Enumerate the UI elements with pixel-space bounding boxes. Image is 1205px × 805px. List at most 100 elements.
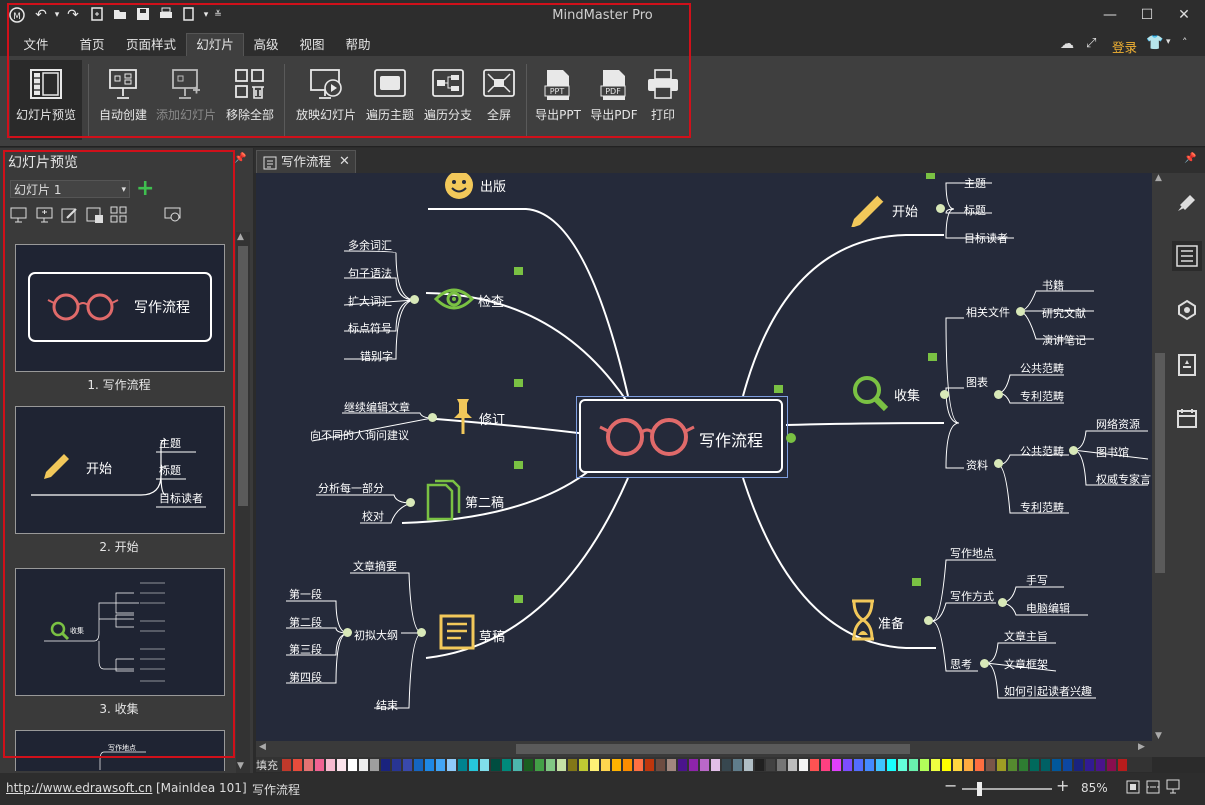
color-swatch[interactable] bbox=[381, 759, 390, 771]
scroll-left-icon[interactable]: ◀ bbox=[259, 742, 266, 752]
central-topic[interactable]: 写作流程 bbox=[579, 399, 783, 473]
color-swatch[interactable] bbox=[568, 759, 577, 771]
color-swatch[interactable] bbox=[810, 759, 819, 771]
canvas-vertical-scrollbar[interactable]: ▲ ▼ bbox=[1152, 173, 1168, 757]
color-swatch[interactable] bbox=[425, 759, 434, 771]
color-swatch[interactable] bbox=[986, 759, 995, 771]
color-swatch[interactable] bbox=[700, 759, 709, 771]
color-swatch[interactable] bbox=[722, 759, 731, 771]
note-marker-icon[interactable] bbox=[514, 595, 523, 603]
color-swatch[interactable] bbox=[535, 759, 544, 771]
color-swatch[interactable] bbox=[1052, 759, 1061, 771]
collapse-toggle-icon[interactable] bbox=[924, 616, 933, 625]
color-swatch[interactable] bbox=[733, 759, 742, 771]
color-swatch[interactable] bbox=[469, 759, 478, 771]
color-swatch[interactable] bbox=[1096, 759, 1105, 771]
color-swatch[interactable] bbox=[656, 759, 665, 771]
color-swatch[interactable] bbox=[414, 759, 423, 771]
color-swatch[interactable] bbox=[1008, 759, 1017, 771]
collapse-toggle-icon[interactable] bbox=[936, 204, 945, 213]
note-marker-icon[interactable] bbox=[928, 353, 937, 361]
prepare-item-3[interactable]: 思考 bbox=[950, 656, 972, 672]
draft-item-2[interactable]: 初拟大纲 bbox=[354, 627, 398, 643]
collapse-toggle-icon[interactable] bbox=[980, 659, 989, 668]
color-swatch[interactable] bbox=[854, 759, 863, 771]
minimize-button[interactable]: — bbox=[1095, 4, 1125, 26]
method-item-2[interactable]: 电脑编辑 bbox=[1026, 600, 1070, 616]
prepare-item-2[interactable]: 写作方式 bbox=[950, 588, 994, 604]
collapse-toggle-icon[interactable] bbox=[343, 628, 352, 637]
material-item-1[interactable]: 公共范畴 bbox=[1020, 443, 1064, 459]
color-swatch[interactable] bbox=[821, 759, 830, 771]
scroll-up-icon[interactable]: ▲ bbox=[1155, 173, 1162, 183]
central-topic-selection[interactable]: 写作流程 bbox=[576, 396, 788, 478]
color-swatch[interactable] bbox=[645, 759, 654, 771]
revise-item-2[interactable]: 向不同的人询问建议 bbox=[310, 427, 409, 443]
color-swatch[interactable] bbox=[634, 759, 643, 771]
color-swatch[interactable] bbox=[766, 759, 775, 771]
color-swatch[interactable] bbox=[403, 759, 412, 771]
branch-publish-label[interactable]: 出版 bbox=[480, 176, 506, 195]
note-marker-icon[interactable] bbox=[926, 173, 935, 179]
color-swatch[interactable] bbox=[590, 759, 599, 771]
collapse-toggle-icon[interactable] bbox=[998, 598, 1007, 607]
theme-dropdown-icon[interactable]: ▾ bbox=[1166, 37, 1171, 47]
color-swatch[interactable] bbox=[579, 759, 588, 771]
color-swatch[interactable] bbox=[282, 759, 291, 771]
color-swatch[interactable] bbox=[876, 759, 885, 771]
branch-check-label[interactable]: 检查 bbox=[478, 291, 504, 310]
check-item-4[interactable]: 标点符号 bbox=[348, 320, 392, 336]
draft2-item-1[interactable]: 分析每一部分 bbox=[318, 480, 384, 496]
color-swatch[interactable] bbox=[832, 759, 841, 771]
fit-page-icon[interactable] bbox=[1126, 780, 1140, 797]
material-sub-item-2[interactable]: 图书馆 bbox=[1096, 444, 1129, 460]
docs-item-3[interactable]: 演讲笔记 bbox=[1042, 332, 1086, 348]
branch-revise-label[interactable]: 修订 bbox=[479, 409, 505, 428]
color-swatch[interactable] bbox=[997, 759, 1006, 771]
color-swatch[interactable] bbox=[1030, 759, 1039, 771]
charts-item-2[interactable]: 专利范畴 bbox=[1020, 388, 1064, 404]
method-item-1[interactable]: 手写 bbox=[1026, 572, 1048, 588]
check-item-5[interactable]: 错别字 bbox=[360, 348, 393, 364]
color-swatch[interactable] bbox=[513, 759, 522, 771]
canvas-horizontal-scrollbar[interactable]: ◀ ▶ bbox=[256, 741, 1152, 757]
color-swatch[interactable] bbox=[887, 759, 896, 771]
outline-item-1[interactable]: 第一段 bbox=[289, 586, 322, 602]
collapse-toggle-icon[interactable] bbox=[940, 390, 949, 399]
zoom-out-icon[interactable]: − bbox=[944, 776, 957, 795]
think-item-1[interactable]: 文章主旨 bbox=[1004, 628, 1048, 644]
check-item-2[interactable]: 句子语法 bbox=[348, 265, 392, 281]
scroll-up-icon[interactable]: ▲ bbox=[237, 232, 244, 242]
color-swatch[interactable] bbox=[755, 759, 764, 771]
revise-item-1[interactable]: 继续编辑文章 bbox=[344, 399, 410, 415]
branch-start-label[interactable]: 开始 bbox=[892, 201, 918, 220]
zoom-slider[interactable] bbox=[962, 782, 1052, 796]
draft-item-1[interactable]: 文章摘要 bbox=[353, 558, 397, 574]
color-swatch[interactable] bbox=[557, 759, 566, 771]
prepare-item-1[interactable]: 写作地点 bbox=[950, 545, 994, 561]
collapse-toggle-icon[interactable] bbox=[1016, 307, 1025, 316]
scroll-down-icon[interactable]: ▼ bbox=[237, 761, 244, 771]
color-swatch[interactable] bbox=[337, 759, 346, 771]
color-swatch[interactable] bbox=[480, 759, 489, 771]
draft2-item-2[interactable]: 校对 bbox=[362, 508, 384, 524]
color-swatch[interactable] bbox=[359, 759, 368, 771]
pin-icon[interactable]: 📌 bbox=[234, 153, 246, 164]
note-marker-icon[interactable] bbox=[514, 379, 523, 387]
color-swatch[interactable] bbox=[524, 759, 533, 771]
color-swatch[interactable] bbox=[975, 759, 984, 771]
note-marker-icon[interactable] bbox=[774, 385, 783, 393]
color-swatch[interactable] bbox=[370, 759, 379, 771]
color-swatch[interactable] bbox=[898, 759, 907, 771]
color-swatch[interactable] bbox=[1063, 759, 1072, 771]
branch-collect-label[interactable]: 收集 bbox=[894, 385, 920, 404]
color-swatch[interactable] bbox=[491, 759, 500, 771]
material-item-2[interactable]: 专利范畴 bbox=[1020, 499, 1064, 515]
collapse-toggle-icon[interactable] bbox=[428, 413, 437, 422]
website-link[interactable]: http://www.edrawsoft.cn bbox=[6, 781, 152, 795]
outline-item-2[interactable]: 第二段 bbox=[289, 614, 322, 630]
color-swatch[interactable] bbox=[909, 759, 918, 771]
collapse-toggle-icon[interactable] bbox=[410, 295, 419, 304]
outline-item-3[interactable]: 第三段 bbox=[289, 641, 322, 657]
start-item-2[interactable]: 标题 bbox=[964, 202, 986, 218]
